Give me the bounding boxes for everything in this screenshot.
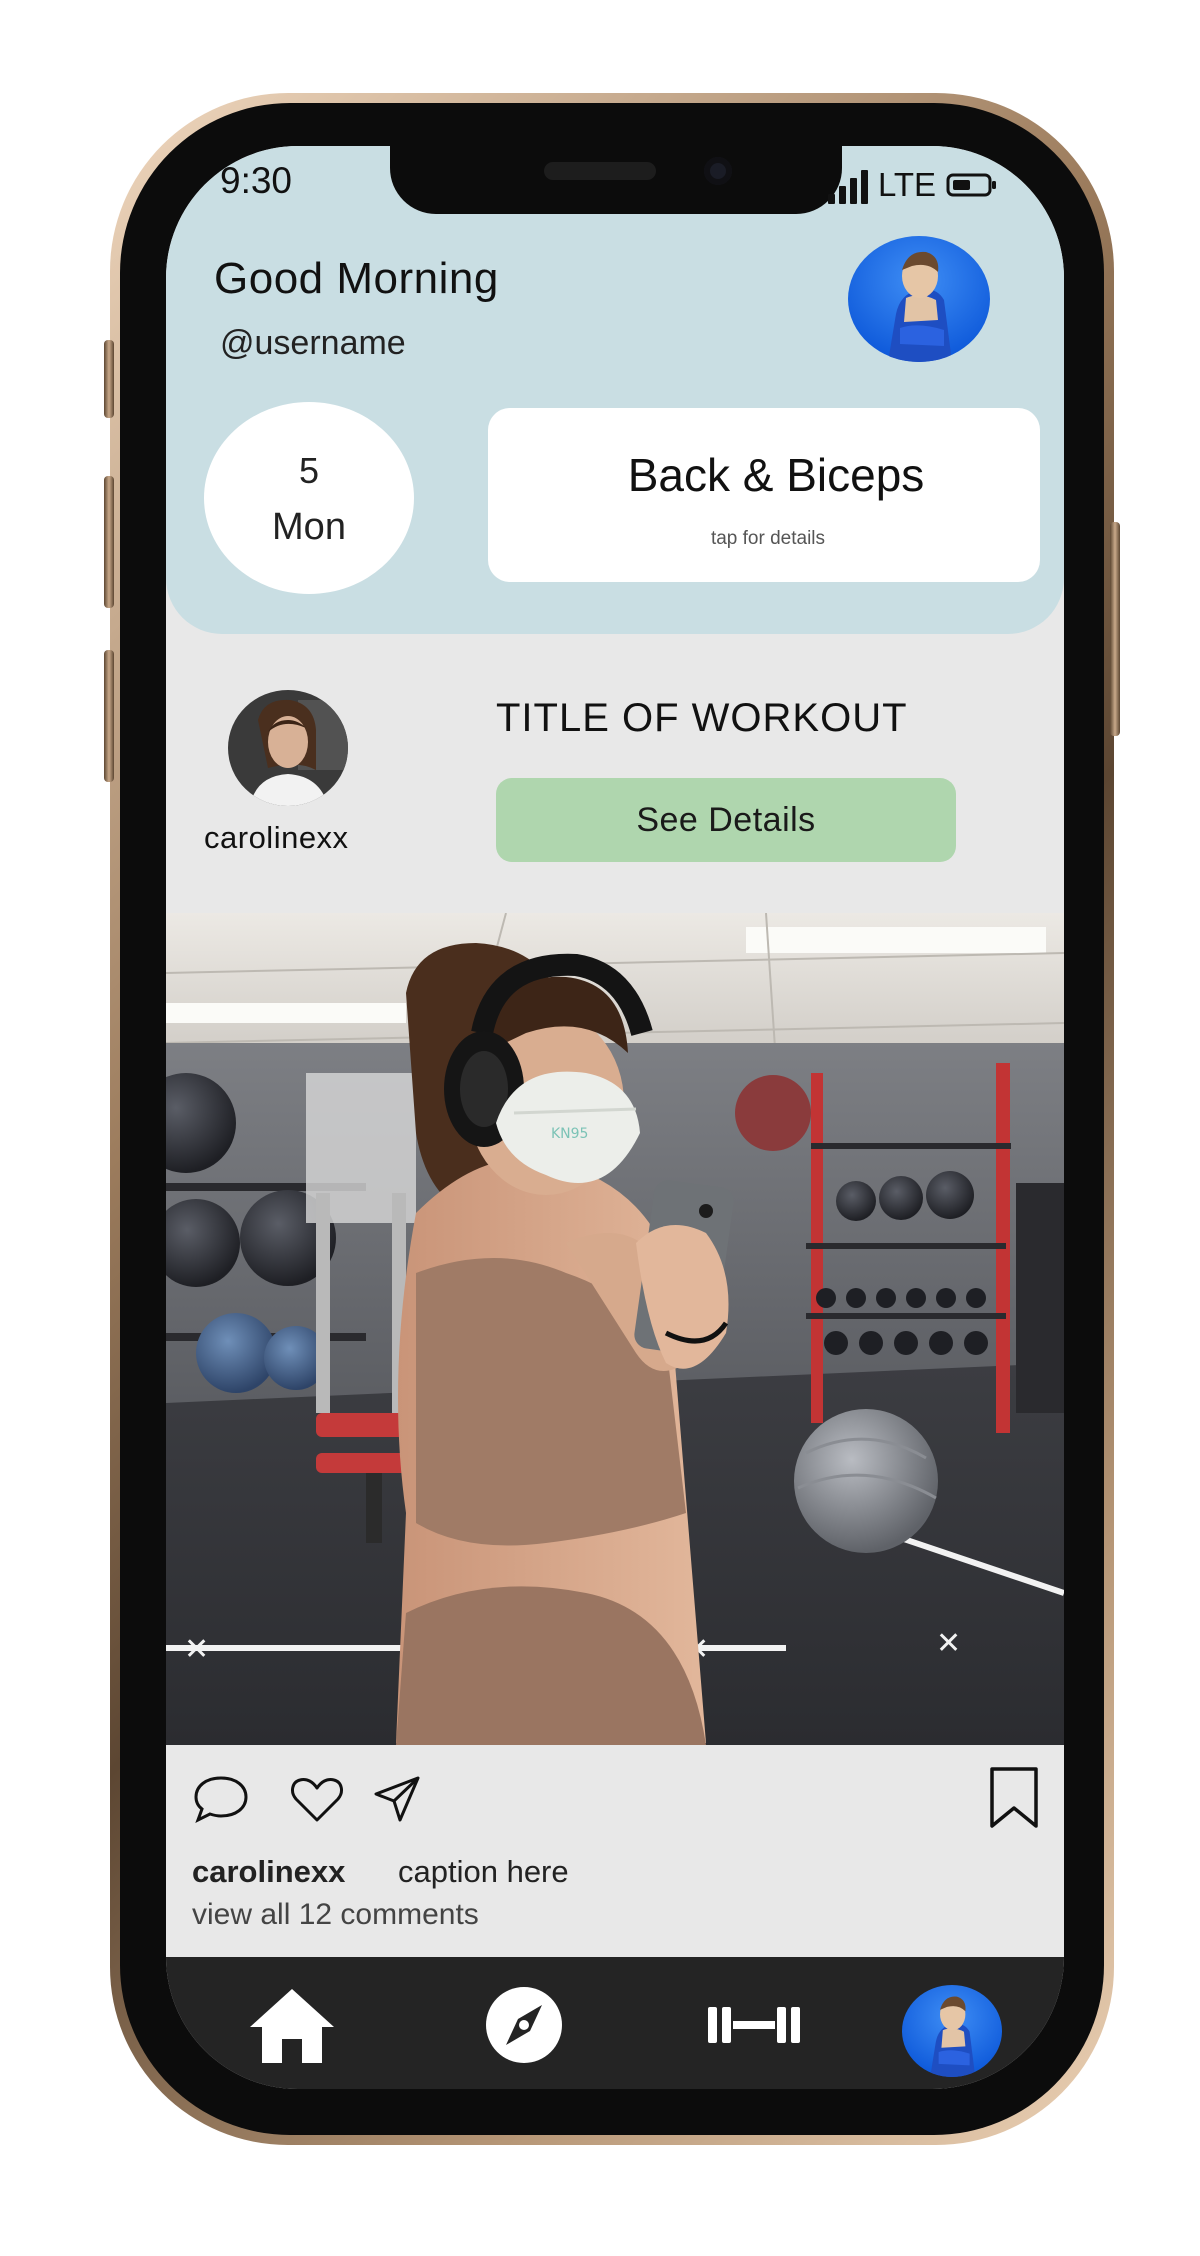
heart-icon[interactable] — [290, 1776, 344, 1824]
caption-author[interactable]: carolinexx — [192, 1854, 345, 1890]
bookmark-icon[interactable] — [988, 1766, 1040, 1830]
svg-text:✕: ✕ — [184, 1632, 209, 1667]
greeting-header: Good Morning @username 5 Mon Back & Bice… — [166, 146, 1064, 634]
power-button — [1110, 522, 1120, 736]
profile-avatar[interactable] — [848, 236, 990, 362]
speaker-grille — [544, 162, 656, 180]
gym-selfie-image: ✕ ✕ ✕ ✕ — [166, 913, 1064, 1745]
svg-text:✕: ✕ — [936, 1626, 961, 1661]
username-handle: @username — [220, 324, 406, 362]
compass-icon[interactable] — [484, 1985, 564, 2065]
todays-workout-card[interactable]: Back & Biceps tap for details — [488, 408, 1040, 582]
notch — [390, 146, 842, 214]
share-icon[interactable] — [372, 1774, 422, 1824]
volume-up-button — [104, 476, 114, 608]
signal-icon — [828, 166, 868, 204]
date-weekday: Mon — [272, 506, 346, 548]
workout-title: TITLE OF WORKOUT — [496, 696, 908, 740]
post-author-avatar[interactable] — [228, 690, 348, 806]
battery-icon — [946, 173, 997, 197]
comment-icon[interactable] — [192, 1774, 250, 1824]
volume-down-button — [104, 650, 114, 782]
profile-nav-avatar[interactable] — [902, 1985, 1002, 2077]
app-screen: Good Morning @username 5 Mon Back & Bice… — [166, 146, 1064, 2089]
front-camera — [704, 157, 732, 185]
date-badge[interactable]: 5 Mon — [204, 402, 414, 594]
dumbbell-icon[interactable] — [706, 2005, 802, 2045]
greeting-text: Good Morning — [214, 254, 499, 303]
caption-text: caption here — [398, 1854, 569, 1889]
author-photo — [228, 690, 348, 806]
network-label: LTE — [878, 166, 937, 203]
status-indicators: LTE — [828, 164, 998, 206]
bottom-nav-bar — [166, 1957, 1064, 2089]
home-icon[interactable] — [246, 1985, 338, 2065]
mute-switch — [104, 340, 114, 418]
status-time: 9:30 — [220, 160, 293, 201]
post-author-name[interactable]: carolinexx — [204, 820, 349, 856]
date-day: 5 — [298, 450, 320, 491]
view-comments-link[interactable]: view all 12 comments — [192, 1898, 479, 1932]
see-details-button[interactable]: See Details — [496, 778, 956, 862]
workout-card-hint: tap for details — [710, 528, 826, 549]
workout-card-title: Back & Biceps — [627, 449, 925, 501]
svg-text:KN95: KN95 — [551, 1126, 588, 1142]
profile-nav-photo — [902, 1985, 1002, 2077]
profile-photo — [848, 236, 990, 362]
post-photo[interactable]: ✕ ✕ ✕ ✕ — [166, 913, 1064, 1745]
